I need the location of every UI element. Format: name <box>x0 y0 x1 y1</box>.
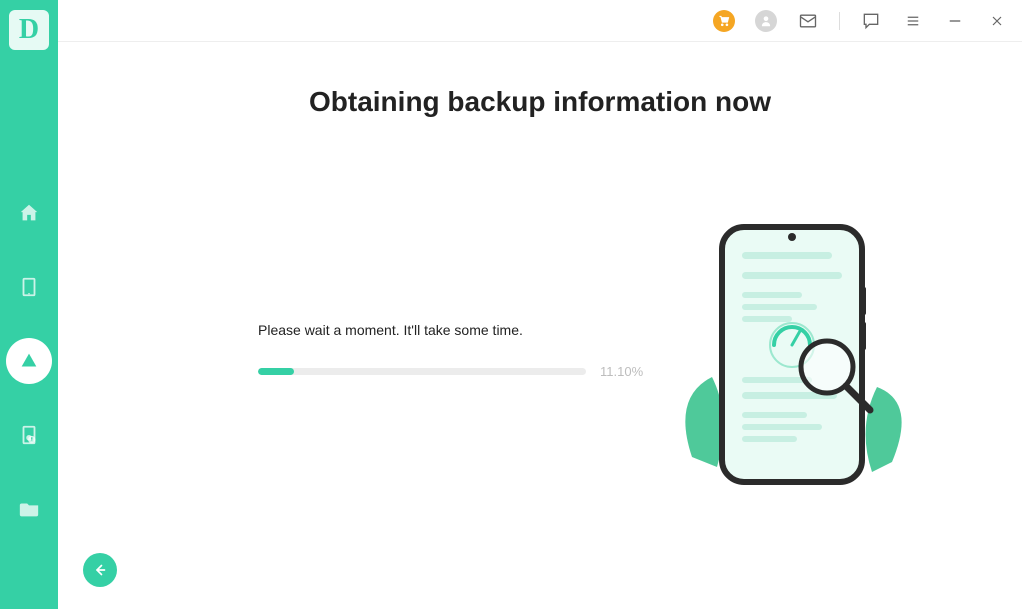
arrow-left-icon <box>91 561 109 579</box>
progress-area: Please wait a moment. It'll take some ti… <box>258 322 648 379</box>
folder-icon <box>18 498 40 520</box>
sidebar-item-folder[interactable] <box>6 486 52 532</box>
mail-button[interactable] <box>797 10 819 32</box>
feedback-icon <box>861 11 881 31</box>
phone-alert-icon <box>18 424 40 446</box>
sidebar-item-device[interactable] <box>6 264 52 310</box>
user-button[interactable] <box>755 10 777 32</box>
close-button[interactable] <box>986 10 1008 32</box>
close-icon <box>989 13 1005 29</box>
app-logo: D <box>9 10 49 50</box>
back-button[interactable] <box>83 553 117 587</box>
feedback-button[interactable] <box>860 10 882 32</box>
phone-icon <box>18 276 40 298</box>
menu-icon <box>904 12 922 30</box>
page-title: Obtaining backup information now <box>118 86 962 118</box>
sidebar: D <box>0 0 58 609</box>
phone-illustration <box>662 217 922 507</box>
progress-bar <box>258 368 586 375</box>
sidebar-item-device-alert[interactable] <box>6 412 52 458</box>
sidebar-nav <box>0 190 58 532</box>
progress-row: 11.10% <box>258 364 648 379</box>
progress-fill <box>258 368 294 375</box>
cart-icon <box>713 10 735 32</box>
sidebar-item-home[interactable] <box>6 190 52 236</box>
progress-percent-label: 11.10% <box>600 364 648 379</box>
titlebar-divider <box>839 12 840 30</box>
cart-button[interactable] <box>713 10 735 32</box>
menu-button[interactable] <box>902 10 924 32</box>
minimize-icon <box>946 12 964 30</box>
mail-icon <box>798 11 818 31</box>
minimize-button[interactable] <box>944 10 966 32</box>
content: Obtaining backup information now Please … <box>58 42 1022 609</box>
wait-message: Please wait a moment. It'll take some ti… <box>258 322 648 338</box>
home-icon <box>18 202 40 224</box>
titlebar <box>58 0 1022 42</box>
main-area: Obtaining backup information now Please … <box>58 0 1022 609</box>
sidebar-item-cloud[interactable] <box>6 338 52 384</box>
user-icon <box>755 10 777 32</box>
cloud-icon <box>18 350 40 372</box>
